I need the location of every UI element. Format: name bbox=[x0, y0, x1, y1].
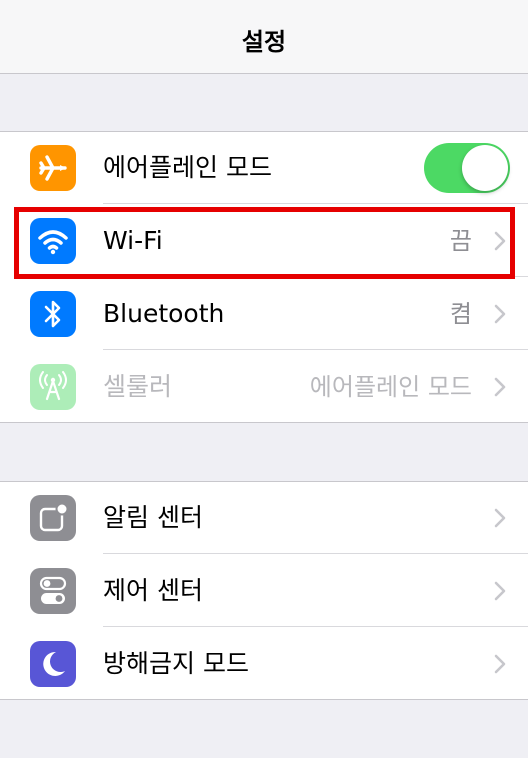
control-center-icon bbox=[30, 568, 76, 614]
bluetooth-status: 켬 bbox=[449, 300, 472, 328]
wifi-icon bbox=[30, 218, 76, 264]
moon-icon bbox=[30, 641, 76, 687]
chevron-right-icon bbox=[494, 304, 506, 324]
chevron-right-icon bbox=[494, 231, 506, 251]
chevron-right-icon bbox=[494, 654, 506, 674]
do-not-disturb-label: 방해금지 모드 bbox=[103, 649, 249, 678]
cellular-row: 셀룰러 에어플레인 모드 bbox=[0, 351, 528, 423]
control-center-label: 제어 센터 bbox=[103, 576, 203, 605]
airplane-icon bbox=[30, 145, 76, 191]
navigation-bar: 설정 bbox=[0, 0, 528, 74]
cellular-antenna-icon bbox=[30, 364, 76, 410]
page-title: 설정 bbox=[241, 28, 287, 56]
notification-center-label: 알림 센터 bbox=[103, 503, 203, 532]
row-divider bbox=[103, 276, 528, 277]
cellular-label: 셀룰러 bbox=[103, 372, 173, 401]
cellular-status: 에어플레인 모드 bbox=[309, 373, 472, 401]
notification-center-icon bbox=[30, 495, 76, 541]
wifi-status: 끔 bbox=[449, 227, 472, 255]
chevron-right-icon bbox=[494, 581, 506, 601]
notification-center-row[interactable]: 알림 센터 bbox=[0, 482, 528, 554]
connectivity-group: 에어플레인 모드 Wi-Fi 끔 Bluetooth 켬 셀룰러 에어플레인 모… bbox=[0, 131, 528, 423]
airplane-mode-row: 에어플레인 모드 bbox=[0, 132, 528, 204]
toggle-knob bbox=[462, 145, 508, 191]
airplane-mode-toggle[interactable] bbox=[424, 143, 510, 193]
bluetooth-label: Bluetooth bbox=[103, 299, 225, 328]
wifi-label: Wi-Fi bbox=[103, 226, 163, 255]
row-divider bbox=[103, 203, 528, 204]
bluetooth-row[interactable]: Bluetooth 켬 bbox=[0, 278, 528, 350]
airplane-mode-label: 에어플레인 모드 bbox=[103, 153, 272, 182]
row-divider bbox=[103, 626, 528, 627]
bluetooth-icon bbox=[30, 291, 76, 337]
settings-screen: 설정 에어플레인 모드 Wi-Fi 끔 Bluetooth 켬 셀룰러 에어플레… bbox=[0, 0, 528, 758]
system-group: 알림 센터 제어 센터 방해금지 모드 bbox=[0, 481, 528, 700]
row-divider bbox=[103, 349, 528, 350]
row-divider bbox=[103, 553, 528, 554]
chevron-right-icon bbox=[494, 377, 506, 397]
control-center-row[interactable]: 제어 센터 bbox=[0, 555, 528, 627]
wifi-row[interactable]: Wi-Fi 끔 bbox=[0, 205, 528, 277]
do-not-disturb-row[interactable]: 방해금지 모드 bbox=[0, 628, 528, 700]
chevron-right-icon bbox=[494, 508, 506, 528]
